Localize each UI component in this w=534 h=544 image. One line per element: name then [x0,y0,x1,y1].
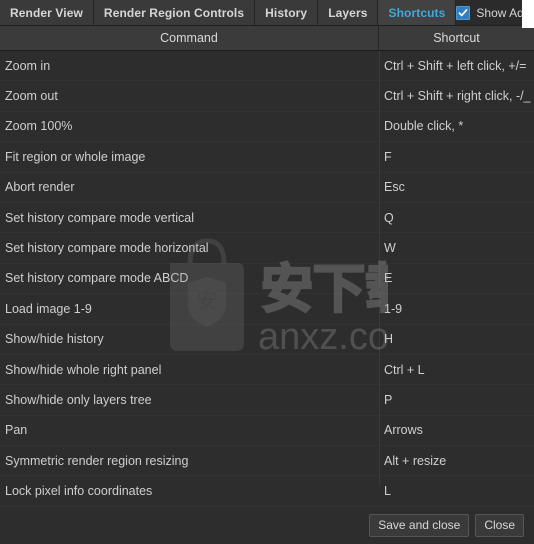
cell-command: Show/hide history [5,332,104,347]
table-row[interactable]: Zoom in Ctrl + Shift + left click, +/= [0,51,534,82]
cell-command: Set history compare mode vertical [5,210,194,225]
table-row[interactable]: Set history compare mode ABCD E [0,264,534,295]
tab-history[interactable]: History [255,0,319,25]
cell-shortcut: Ctrl + L [384,362,425,377]
table-row[interactable]: Symmetric render region resizing Alt + re… [0,446,534,477]
tab-label: Render Region Controls [103,5,245,20]
cell-command: Pan [5,423,28,438]
cell-shortcut: L [384,484,391,499]
cell-command: Zoom in [5,58,51,73]
tab-label: History [265,5,308,20]
table-row[interactable]: Pan Arrows [0,416,534,447]
window-corner-gap [522,0,534,28]
cell-command: Set history compare mode ABCD [5,271,189,286]
tab-render-view[interactable]: Render View [0,0,94,25]
cell-command: Zoom 100% [5,119,73,134]
close-button[interactable]: Close [475,514,524,537]
table-row[interactable]: Show/hide whole right panel Ctrl + L [0,355,534,386]
cell-shortcut: P [384,392,393,407]
cell-command: Set history compare mode horizontal [5,241,209,256]
cell-command: Symmetric render region resizing [5,453,189,468]
cell-shortcut: W [384,241,396,256]
tab-label: Render View [10,5,83,20]
tab-layers[interactable]: Layers [318,0,379,25]
tab-render-region-controls[interactable]: Render Region Controls [93,0,256,25]
table-row[interactable]: Load image 1-9 1-9 [0,294,534,325]
shortcuts-dialog: Render View Render Region Controls Histo… [0,0,534,544]
dialog-footer: Save and close Close [0,506,534,544]
column-header-shortcut[interactable]: Shortcut [379,26,534,50]
table-row[interactable]: Zoom 100% Double click, * [0,112,534,143]
cell-shortcut: H [384,332,394,347]
cell-shortcut: E [384,271,393,286]
cell-command: Lock pixel info coordinates [5,484,153,499]
table-row[interactable]: Abort render Esc [0,173,534,203]
table-row[interactable]: Show/hide only layers tree P [0,385,534,416]
cell-shortcut: F [384,149,392,164]
tab-bar: Render View Render Region Controls Histo… [0,0,534,26]
cell-command: Show/hide whole right panel [5,362,162,377]
table-row[interactable]: Show/hide history H [0,325,534,355]
cell-shortcut: Esc [384,180,405,195]
checkbox-checked-icon[interactable] [456,5,471,20]
tab-label: Layers [328,5,368,20]
table-header: Command Shortcut [0,26,534,51]
tab-label: Shortcuts [388,5,446,20]
cell-command: Abort render [5,180,75,195]
cell-shortcut: Alt + resize [384,453,447,468]
cell-command: Load image 1-9 [5,301,92,316]
save-and-close-button[interactable]: Save and close [369,514,470,537]
cell-shortcut: Ctrl + Shift + right click, -/_ [384,89,531,104]
cell-shortcut: Q [384,210,394,225]
cell-shortcut: Double click, * [384,119,464,134]
table-rows: Zoom in Ctrl + Shift + left click, +/= Zoo… [0,51,534,507]
table-row[interactable]: Zoom out Ctrl + Shift + right click, -/_ [0,81,534,112]
table-row[interactable]: Fit region or whole image F [0,142,534,173]
table-row[interactable]: Lock pixel info coordinates L [0,476,534,507]
tab-shortcuts[interactable]: Shortcuts [378,0,457,25]
cell-command: Show/hide only layers tree [5,392,152,407]
cell-shortcut: Arrows [384,423,423,438]
table-row[interactable]: Set history compare mode vertical Q [0,203,534,234]
cell-command: Zoom out [5,89,58,104]
table-row[interactable]: Set history compare mode horizontal W [0,233,534,264]
cell-shortcut: Ctrl + Shift + left click, +/= [384,58,527,73]
column-header-command[interactable]: Command [0,26,379,50]
cell-shortcut: 1-9 [384,301,403,316]
cell-command: Fit region or whole image [5,149,146,164]
shortcuts-table-body: Zoom in Ctrl + Shift + left click, +/= Zoo… [0,51,534,513]
